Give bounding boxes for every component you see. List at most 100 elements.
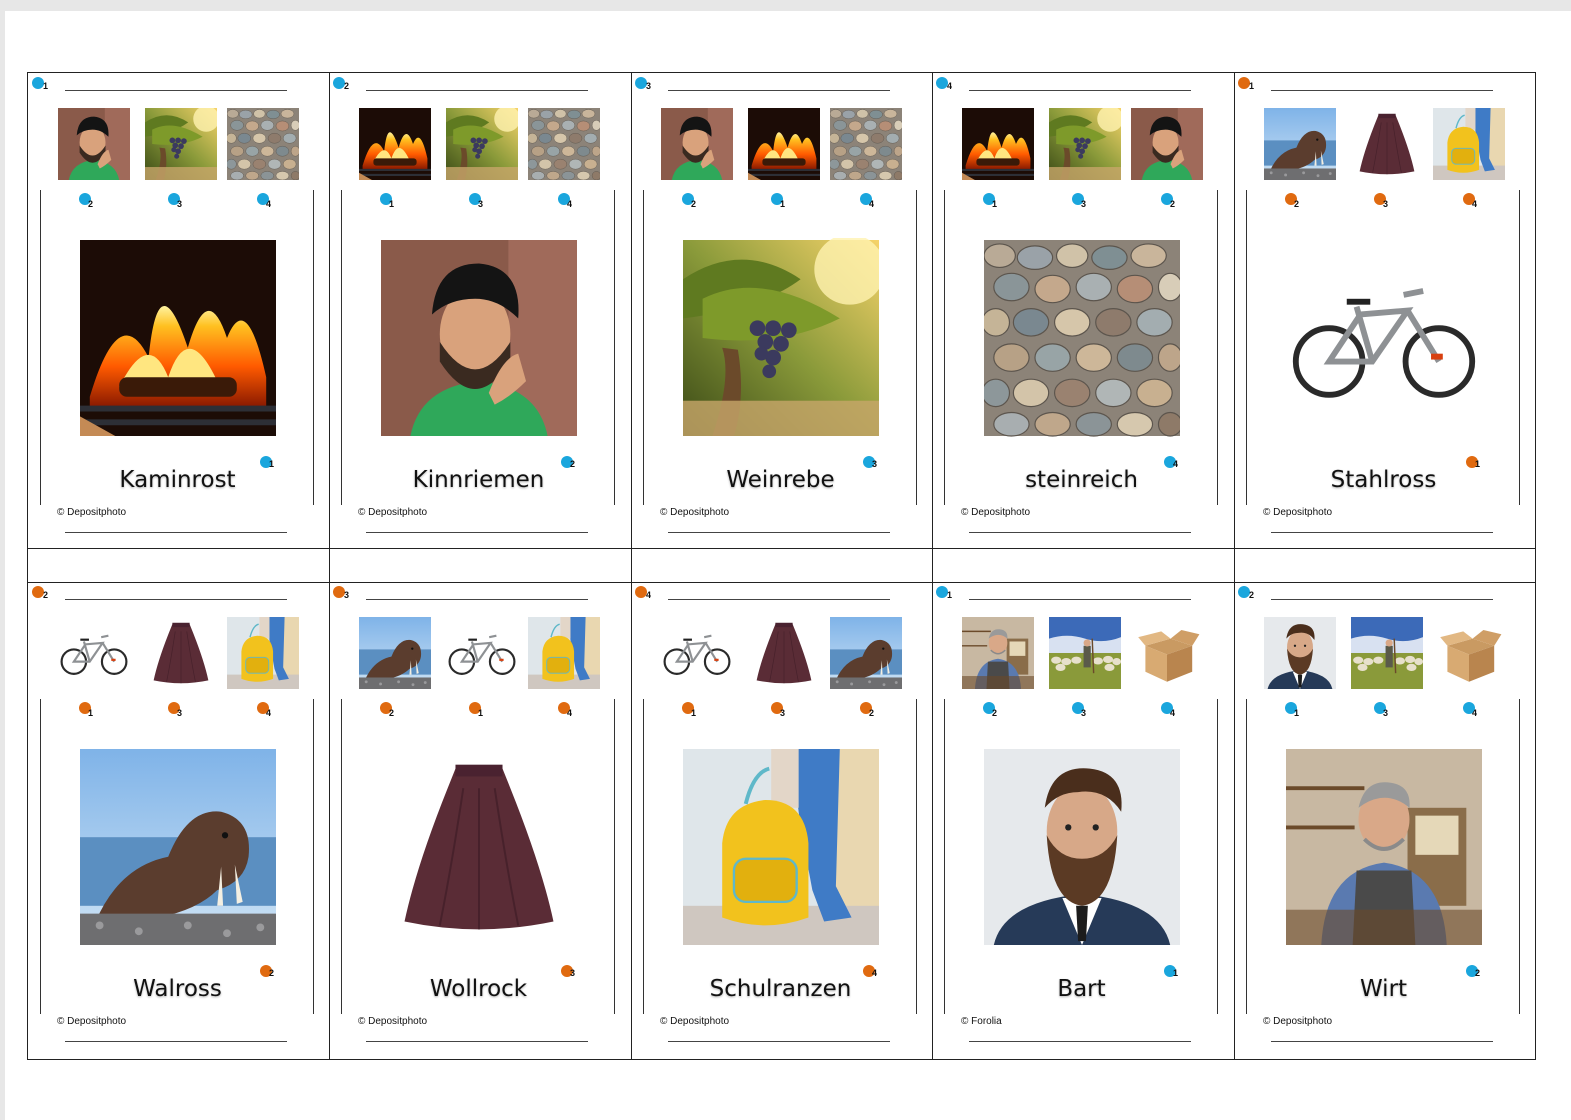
right-rule (1519, 699, 1520, 1014)
left-rule (341, 190, 342, 505)
thumbnail-skirt-image (748, 617, 820, 689)
photo-credit: © Depositphoto (57, 1016, 127, 1027)
thumbnail-grapevine-image (145, 108, 217, 180)
photo-credit: © Depositphoto (660, 1016, 730, 1027)
main-picture-fireplace-image (80, 238, 276, 438)
right-rule (614, 699, 615, 1014)
top-rule (1271, 90, 1493, 91)
thumbnail-walrus-image (830, 617, 902, 689)
thumbnail-fireplace-image (359, 108, 431, 180)
corner-number: 3 (646, 81, 652, 91)
left-rule (341, 699, 342, 1014)
card-word: Wirt (1359, 976, 1408, 1002)
thumb-number: 2 (691, 199, 697, 209)
top-rule (668, 90, 890, 91)
left-rule (643, 190, 644, 505)
thumb-number: 4 (1472, 708, 1478, 718)
main-picture-bearded-man-image (984, 747, 1180, 947)
main-picture-bicycle-image (1286, 238, 1482, 438)
card-word: Bart (1057, 976, 1106, 1002)
thumb-number: 2 (1294, 199, 1300, 209)
thumb-number: 3 (177, 708, 183, 718)
thumb-number: 3 (780, 708, 786, 718)
top-rule (366, 90, 588, 91)
flash-card: 2 1 3 4 2 Wirt © Depositphoto (1233, 581, 1534, 1056)
thumbnail-pebbles-image (830, 108, 902, 180)
card-word: Kinnriemen (412, 467, 545, 493)
left-rule (40, 190, 41, 505)
flash-card: 1 2 3 4 1 Bart © Forolia (931, 581, 1232, 1056)
thumb-number: 3 (1383, 708, 1389, 718)
main-picture-grapevine-image (683, 238, 879, 438)
thumb-number: 1 (691, 708, 697, 718)
thumbnail-pebbles-image (528, 108, 600, 180)
left-rule (643, 699, 644, 1014)
card-word: Wollrock (429, 976, 528, 1002)
thumbnail-bearded-man-image (1264, 617, 1336, 689)
photo-credit: © Forolia (961, 1016, 1002, 1027)
thumb-number: 3 (1081, 199, 1087, 209)
bottom-rule (668, 532, 890, 533)
thumbnail-grapevine-image (446, 108, 518, 180)
card-word: steinreich (1025, 467, 1138, 493)
thumbnail-backpack-image (528, 617, 600, 689)
left-rule (1246, 190, 1247, 505)
corner-number: 2 (43, 590, 49, 600)
thumb-number: 1 (478, 708, 484, 718)
thumb-number: 1 (780, 199, 786, 209)
thumbnail-fireplace-image (748, 108, 820, 180)
thumb-number: 2 (992, 708, 998, 718)
photo-credit: © Depositphoto (660, 507, 730, 518)
thumb-number: 2 (88, 199, 94, 209)
thumbnail-box-image (1131, 617, 1203, 689)
card-word: Schulranzen (709, 976, 852, 1002)
corner-number: 1 (43, 81, 49, 91)
thumb-number: 2 (1170, 199, 1176, 209)
bottom-rule (1271, 1041, 1493, 1042)
corner-number: 2 (1249, 590, 1255, 600)
flash-card: 2 1 3 4 2 Kinnriemen © Depositphoto (328, 72, 629, 547)
flash-card: 3 2 1 4 3 Wollrock © Depositphoto (328, 581, 629, 1056)
photo-credit: © Depositphoto (1263, 507, 1333, 518)
main-picture-helmet-man-image (381, 238, 577, 438)
thumbnail-walrus-image (1264, 108, 1336, 180)
thumbnail-bicycle-image (446, 617, 518, 689)
thumbnail-helmet-man-image (1131, 108, 1203, 180)
right-rule (1217, 190, 1218, 505)
corner-number: 2 (344, 81, 350, 91)
photo-credit: © Depositphoto (57, 507, 127, 518)
photo-credit: © Depositphoto (1263, 1016, 1333, 1027)
thumb-number: 3 (1383, 199, 1389, 209)
photo-credit: © Depositphoto (961, 507, 1031, 518)
thumbnail-skirt-image (1351, 108, 1423, 180)
bottom-rule (969, 532, 1191, 533)
bottom-rule (366, 532, 588, 533)
thumb-number: 4 (266, 199, 272, 209)
top-rule (969, 599, 1191, 600)
bottom-rule (366, 1041, 588, 1042)
corner-number: 3 (344, 590, 350, 600)
main-picture-pebbles-image (984, 238, 1180, 438)
thumb-number: 4 (567, 708, 573, 718)
flash-card: 1 2 3 4 1 Stahlross © Depositphoto (1233, 72, 1534, 547)
main-picture-innkeeper-image (1286, 747, 1482, 947)
left-rule (944, 190, 945, 505)
thumb-number: 2 (869, 708, 875, 718)
photo-credit: © Depositphoto (358, 1016, 428, 1027)
flash-card: 4 1 3 2 4 Schulranzen © Depositphoto (630, 581, 931, 1056)
thumbnail-pebbles-image (227, 108, 299, 180)
corner-number: 4 (947, 81, 953, 91)
bottom-rule (1271, 532, 1493, 533)
thumb-number: 4 (1472, 199, 1478, 209)
top-rule (65, 599, 287, 600)
top-rule (1271, 599, 1493, 600)
flash-card: 2 1 3 4 2 Walross © Depositphoto (27, 581, 328, 1056)
corner-number: 1 (947, 590, 953, 600)
top-rule (366, 599, 588, 600)
thumbnail-helmet-man-image (661, 108, 733, 180)
right-rule (1217, 699, 1218, 1014)
thumbnail-innkeeper-image (962, 617, 1034, 689)
flash-card: 3 2 1 4 3 Weinrebe © Depositphoto (630, 72, 931, 547)
main-picture-walrus-image (80, 747, 276, 947)
thumbnail-grapevine-image (1049, 108, 1121, 180)
